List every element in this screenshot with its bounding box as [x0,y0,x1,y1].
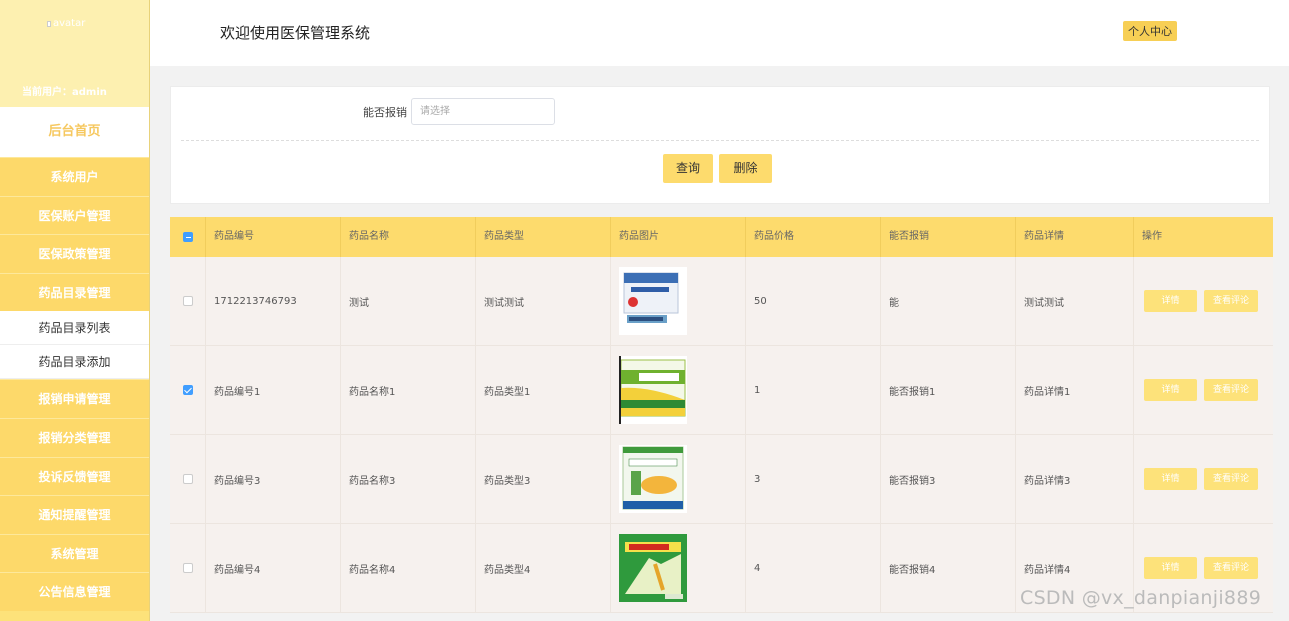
select-all-checkbox[interactable] [182,232,193,242]
sidebar-item-home[interactable]: 后台首页 [0,107,149,157]
table-header: 药品编号 药品名称 药品类型 药品图片 药品价格 能否报销 药品详情 操作 [170,217,1273,257]
top-header: 欢迎使用医保管理系统 个人中心 [150,0,1289,66]
cell-drug-price: 4 [746,524,881,612]
cell-reimbursable: 能 [881,257,1016,345]
cell-drug-price: 50 [746,257,881,345]
sidebar-item-insurance-policies[interactable]: 医保政策管理 [0,234,149,273]
sidebar-item-announcements[interactable]: 公告信息管理 [0,572,149,611]
drug-image-thumbnail[interactable] [619,445,687,513]
cell-drug-detail: 药品详情3 [1016,435,1134,523]
header-drug-name[interactable]: 药品名称 [341,217,476,257]
header-drug-id[interactable]: 药品编号 [206,217,341,257]
sidebar-item-reimbursement-requests[interactable]: 报销申请管理 [0,379,149,418]
header-drug-price[interactable]: 药品价格 [746,217,881,257]
cell-drug-type: 药品类型4 [476,524,611,612]
sidebar-item-drug-catalog[interactable]: 药品目录管理 [0,272,149,312]
avatar: avatar [47,18,85,29]
cell-drug-name: 测试 [341,257,476,345]
header-drug-type[interactable]: 药品类型 [476,217,611,257]
drug-image-thumbnail[interactable] [619,534,687,602]
cell-drug-type: 测试测试 [476,257,611,345]
cell-actions: 详情 查看评论 [1134,346,1273,434]
page-title: 欢迎使用医保管理系统 [220,24,371,42]
detail-button[interactable]: 详情 [1144,557,1197,579]
header-actions: 操作 [1142,231,1162,242]
sidebar-item-system-management[interactable]: 系统管理 [0,533,149,573]
cell-drug-type: 药品类型1 [476,346,611,434]
delete-button[interactable]: 删除 [719,154,772,183]
query-button[interactable]: 查询 [663,154,713,183]
reimburse-filter-label: 能否报销 [363,106,407,119]
view-reviews-button[interactable]: 查看评论 [1204,557,1258,579]
header-drug-image[interactable]: 药品图片 [611,217,746,257]
table-row: 药品编号1 药品名称1 药品类型1 1 能否报销1 药品详情1 详情 查看评论 [170,346,1273,435]
table-row: 药品编号3 药品名称3 药品类型3 3 能否报销3 药品详情3 详情 查看评论 [170,435,1273,524]
cell-drug-id: 1712213746793 [206,257,341,345]
divider [181,140,1259,141]
row-checkbox[interactable] [182,563,193,573]
cell-reimbursable: 能否报销1 [881,346,1016,434]
cell-drug-type: 药品类型3 [476,435,611,523]
profile-button[interactable]: 个人中心 [1123,21,1177,41]
view-reviews-button[interactable]: 查看评论 [1204,290,1258,312]
cell-drug-image [611,346,746,434]
row-checkbox[interactable] [182,474,193,484]
header-drug-detail[interactable]: 药品详情 [1016,217,1134,257]
sidebar-item-insurance-accounts[interactable]: 医保账户管理 [0,195,149,235]
search-panel: 能否报销 请选择 查询 删除 [170,86,1270,204]
header-reimbursable[interactable]: 能否报销 [881,217,1016,257]
drug-image-thumbnail[interactable] [619,356,687,424]
row-select-cell [170,257,206,345]
cell-drug-name: 药品名称1 [341,346,476,434]
row-checkbox[interactable] [182,385,193,395]
view-reviews-button[interactable]: 查看评论 [1204,468,1258,490]
drug-table: 药品编号 药品名称 药品类型 药品图片 药品价格 能否报销 药品详情 操作 17… [170,217,1273,613]
cell-drug-image [611,524,746,612]
cell-drug-id: 药品编号4 [206,524,341,612]
cell-actions: 详情 查看评论 [1134,435,1273,523]
detail-button[interactable]: 详情 [1144,290,1197,312]
detail-button[interactable]: 详情 [1144,468,1197,490]
avatar-alt-text: avatar [53,18,86,29]
cell-drug-price: 3 [746,435,881,523]
cell-drug-image [611,435,746,523]
row-select-cell [170,524,206,612]
watermark: CSDN @vx_danpianji889 [1020,587,1262,609]
view-reviews-button[interactable]: 查看评论 [1204,379,1258,401]
drug-image-thumbnail[interactable] [619,267,687,335]
cell-drug-id: 药品编号1 [206,346,341,434]
select-all-cell [170,217,206,257]
cell-reimbursable: 能否报销4 [881,524,1016,612]
row-select-cell [170,435,206,523]
detail-button[interactable]: 详情 [1144,379,1197,401]
sidebar-item-system-users[interactable]: 系统用户 [0,157,149,196]
cell-reimbursable: 能否报销3 [881,435,1016,523]
cell-drug-id: 药品编号3 [206,435,341,523]
cell-drug-name: 药品名称4 [341,524,476,612]
sidebar-item-notifications[interactable]: 通知提醒管理 [0,495,149,534]
sidebar-item-reimbursement-categories[interactable]: 报销分类管理 [0,417,149,457]
sidebar-subitem-drug-list[interactable]: 药品目录列表 [0,311,149,346]
sidebar: avatar 当前用户：admin 后台首页 系统用户 医保账户管理 医保政策管… [0,0,150,621]
table-row: 1712213746793 测试 测试测试 50 能 测试测试 详情 查看评论 [170,257,1273,346]
broken-image-icon [47,20,51,27]
sidebar-subitem-drug-add[interactable]: 药品目录添加 [0,345,149,380]
row-checkbox[interactable] [182,296,193,306]
row-select-cell [170,346,206,434]
reimburse-filter-select[interactable]: 请选择 [411,98,555,125]
current-user-label: 当前用户：admin [22,87,107,98]
sidebar-user-area: avatar 当前用户：admin [0,0,149,107]
cell-drug-price: 1 [746,346,881,434]
sidebar-item-complaints[interactable]: 投诉反馈管理 [0,456,149,496]
cell-drug-name: 药品名称3 [341,435,476,523]
cell-drug-image [611,257,746,345]
cell-drug-detail: 药品详情1 [1016,346,1134,434]
cell-actions: 详情 查看评论 [1134,257,1273,345]
cell-drug-detail: 测试测试 [1016,257,1134,345]
